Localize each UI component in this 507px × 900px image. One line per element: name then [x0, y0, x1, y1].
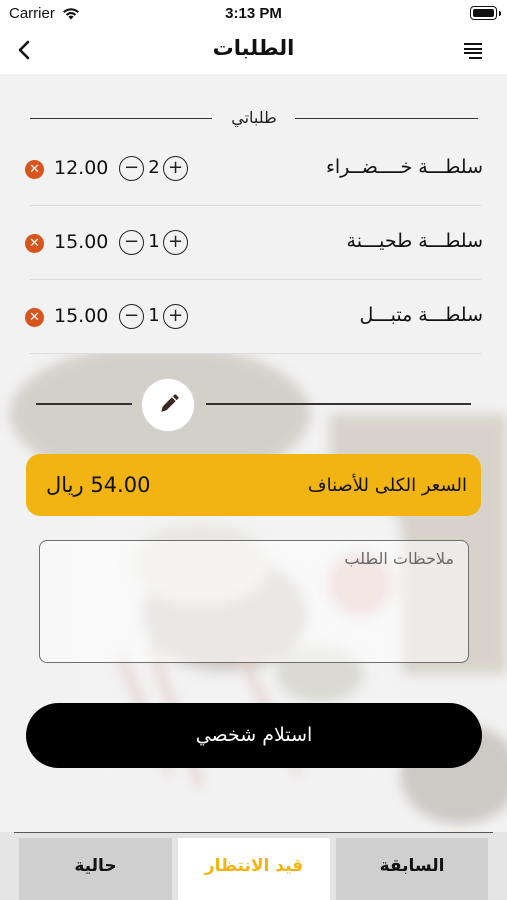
- remove-icon[interactable]: ✕: [25, 308, 44, 327]
- item-price: 15.00: [54, 305, 109, 327]
- divider: [30, 353, 481, 354]
- remove-icon[interactable]: ✕: [25, 160, 44, 179]
- order-notes-box: [39, 540, 469, 663]
- list-icon[interactable]: [464, 43, 482, 59]
- tab-previous[interactable]: السابقة: [336, 838, 488, 900]
- my-orders-section-header: طلباتي: [30, 104, 478, 134]
- remove-icon[interactable]: ✕: [25, 234, 44, 253]
- status-bar: Carrier 3:13 PM: [0, 0, 507, 28]
- divider: [14, 832, 493, 833]
- order-notes-field[interactable]: [40, 541, 468, 662]
- pencil-icon: [161, 394, 179, 412]
- item-price: 15.00: [54, 231, 109, 253]
- list-item: ✕ 15.00 − 1 + سلطـــة متبـــل: [0, 280, 507, 354]
- order-tabs: حالية قيد الانتظار السابقة: [0, 832, 507, 900]
- tab-current[interactable]: حالية: [19, 838, 172, 900]
- battery-icon: [470, 6, 501, 20]
- decrease-button[interactable]: −: [119, 156, 144, 181]
- edit-button[interactable]: [141, 378, 195, 432]
- increase-button[interactable]: +: [163, 304, 188, 329]
- decrease-button[interactable]: −: [119, 230, 144, 255]
- total-price-bar: 54.00 ريال السعر الكلى للأصناف: [26, 454, 481, 516]
- nav-bar: الطلبات: [0, 28, 507, 74]
- tab-pending[interactable]: قيد الانتظار: [178, 838, 330, 900]
- status-time: 3:13 PM: [225, 5, 282, 22]
- personal-pickup-button[interactable]: استلام شخصي: [26, 703, 482, 768]
- item-quantity: 1: [148, 305, 160, 326]
- decrease-button[interactable]: −: [119, 304, 144, 329]
- item-name: سلطـــة طحيـــنة: [346, 230, 483, 252]
- item-price: 12.00: [54, 157, 109, 179]
- item-name: سلطـــة خــــضــراء: [325, 156, 483, 178]
- item-name: سلطـــة متبـــل: [359, 304, 483, 326]
- order-content: طلباتي ✕ 12.00 − 2 + سلطـــة خــــضــراء…: [0, 74, 507, 832]
- page-title: الطلبات: [212, 36, 295, 60]
- divider: [206, 403, 471, 405]
- list-item: ✕ 12.00 − 2 + سلطـــة خــــضــراء: [0, 132, 507, 206]
- increase-button[interactable]: +: [163, 230, 188, 255]
- divider: [36, 403, 132, 405]
- total-amount: 54.00 ريال: [46, 473, 151, 497]
- divider: [295, 118, 478, 119]
- item-quantity: 2: [148, 157, 160, 178]
- total-label: السعر الكلى للأصناف: [307, 475, 467, 496]
- edit-row: [0, 376, 507, 432]
- list-item: ✕ 15.00 − 1 + سلطـــة طحيـــنة: [0, 206, 507, 280]
- increase-button[interactable]: +: [163, 156, 188, 181]
- item-quantity: 1: [148, 231, 160, 252]
